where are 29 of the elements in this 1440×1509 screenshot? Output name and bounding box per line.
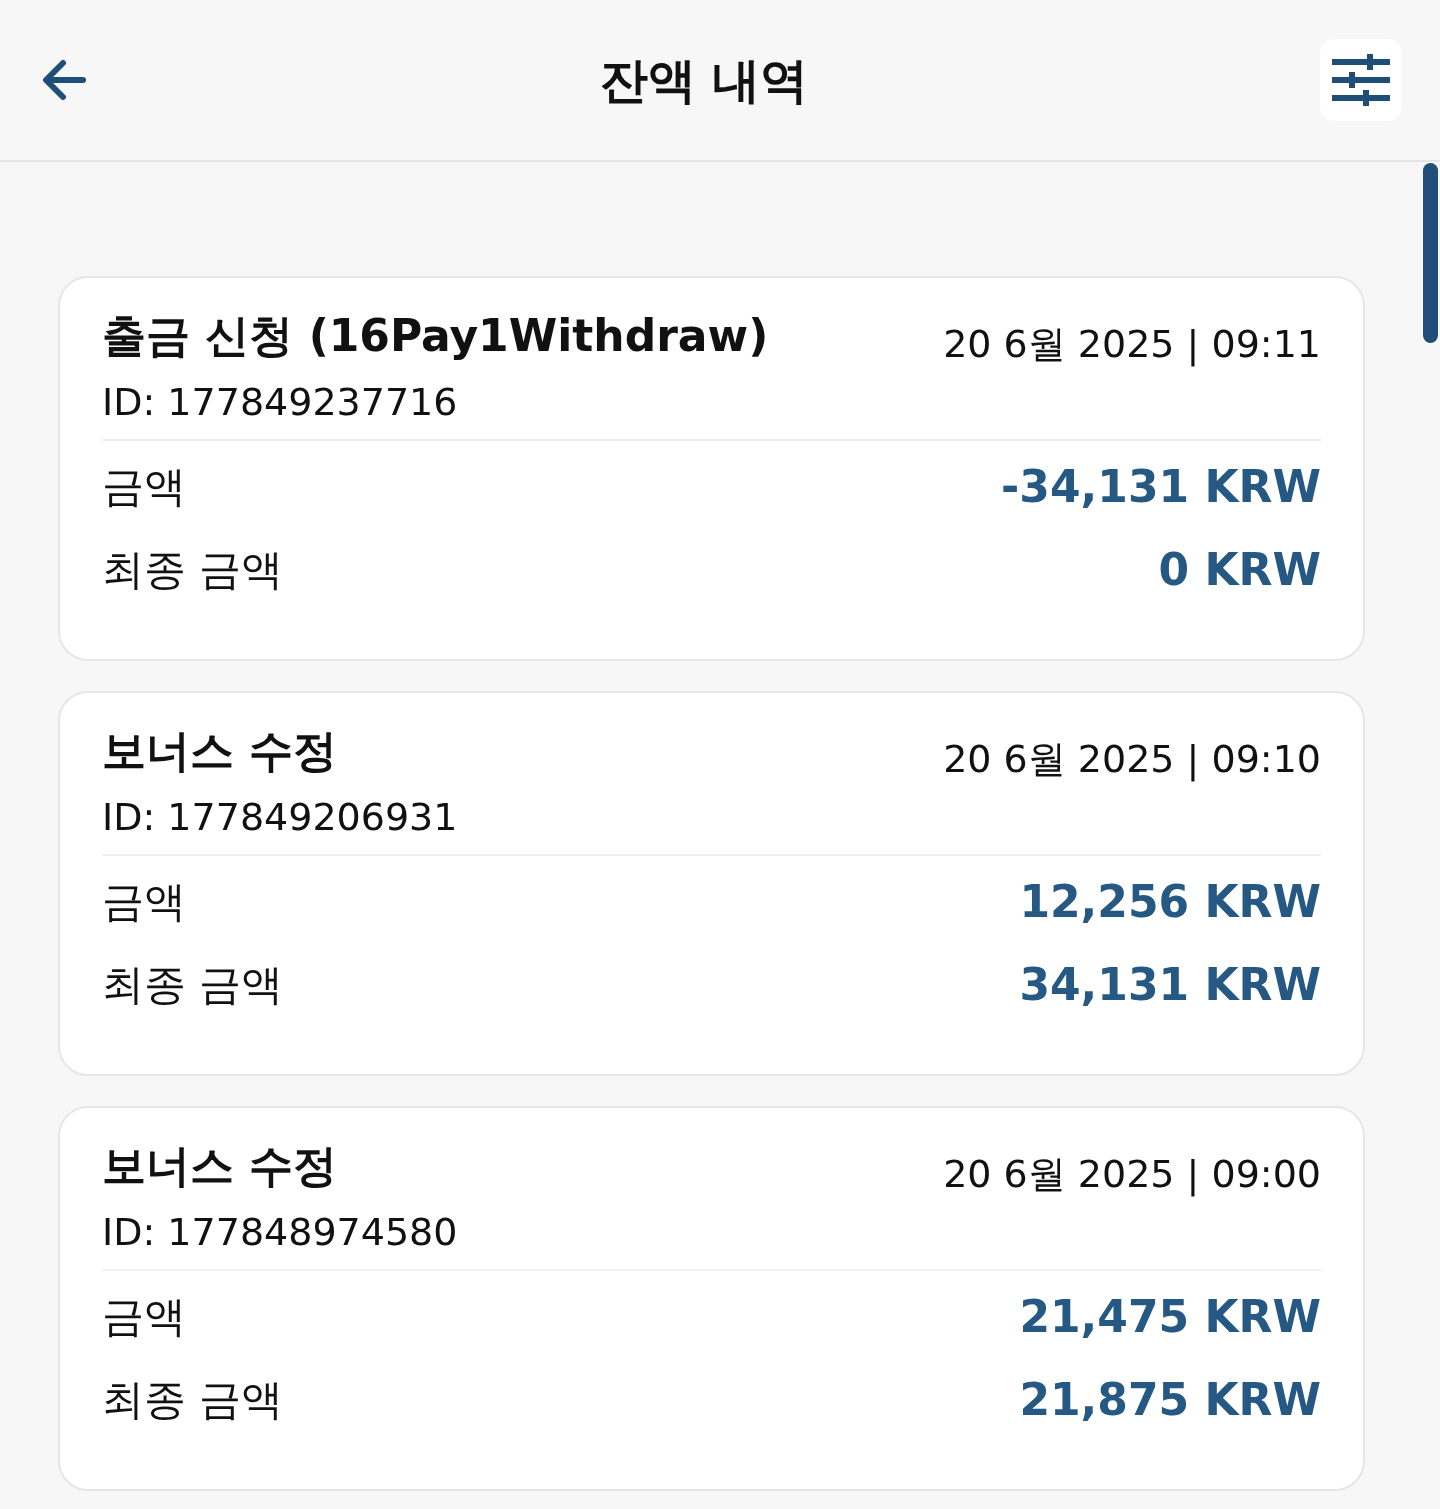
transaction-id: ID: 177849237716 (102, 379, 458, 426)
back-arrow-icon (41, 59, 87, 101)
transaction-title: 출금 신청 (16Pay1Withdraw) (102, 310, 769, 363)
amount-label: 최종 금액 (102, 545, 284, 596)
scrollbar[interactable] (1423, 163, 1438, 343)
amount-label: 최종 금액 (102, 960, 284, 1011)
amount-value: 0 KRW (1158, 544, 1321, 597)
transaction-id: ID: 177849206931 (102, 794, 458, 841)
transaction-title: 보너스 수정 (102, 1140, 338, 1193)
transaction-card[interactable]: 보너스 수정 20 6월 2025 | 09:10 ID: 177849206931 금액 12,256 KRW 최종 금액 34,131 KRW (58, 691, 1365, 1076)
transaction-id: ID: 177848974580 (102, 1209, 458, 1256)
amount-value: 21,875 KRW (1019, 1374, 1321, 1427)
transaction-date: 20 6월 2025 | 09:00 (943, 1152, 1321, 1198)
sliders-icon (1332, 54, 1390, 106)
amount-value: -34,131 KRW (1001, 461, 1321, 514)
amount-label: 금액 (102, 877, 186, 928)
amount-label: 최종 금액 (102, 1375, 284, 1426)
transaction-date: 20 6월 2025 | 09:10 (943, 737, 1321, 783)
amount-label: 금액 (102, 462, 186, 513)
filter-button[interactable] (1320, 39, 1402, 121)
amount-value: 34,131 KRW (1019, 959, 1321, 1012)
amount-value: 12,256 KRW (1019, 876, 1321, 929)
amount-value: 21,475 KRW (1019, 1291, 1321, 1344)
transaction-title: 보너스 수정 (102, 725, 338, 778)
amount-label: 금액 (102, 1292, 186, 1343)
transaction-date: 20 6월 2025 | 09:11 (943, 322, 1321, 368)
transaction-card[interactable]: 출금 신청 (16Pay1Withdraw) 20 6월 2025 | 09:11 ID: 177849237716 금액 -34,131 KRW 최종 금액 0 KRW (58, 276, 1365, 661)
page-title: 잔액 내역 (599, 51, 809, 110)
transaction-card[interactable]: 보너스 수정 20 6월 2025 | 09:00 ID: 177848974580 금액 21,475 KRW 최종 금액 21,875 KRW (58, 1106, 1365, 1491)
